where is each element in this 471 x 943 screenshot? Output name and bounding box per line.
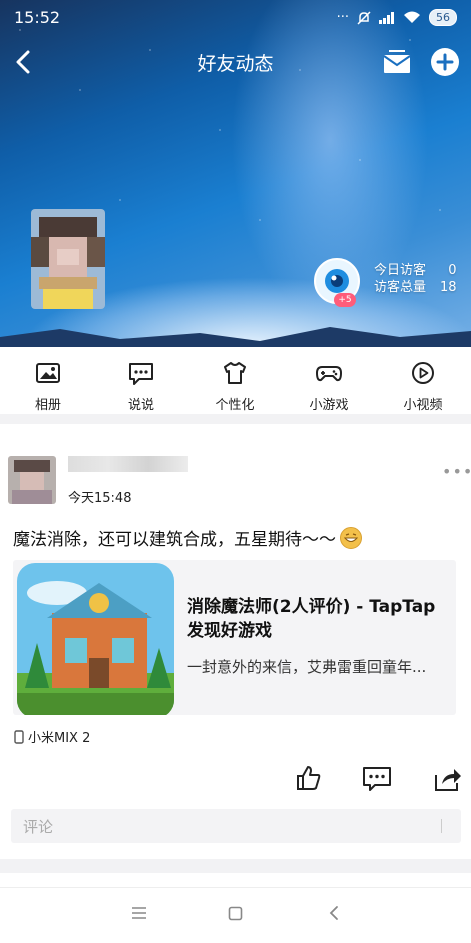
icon-bar-shuoshuo[interactable]: 说说 <box>101 347 181 414</box>
comment-divider <box>441 819 442 833</box>
status-bar: 15:52 ··· 56 <box>0 0 471 36</box>
system-navigation-bar <box>0 887 471 943</box>
icon-bar-label: 说说 <box>127 398 154 413</box>
total-visitors-label: 访客总量 <box>374 280 427 295</box>
icon-bar-label: 个性化 <box>215 398 255 413</box>
post-text-content: 魔法消除，还可以建筑合成，五星期待～～ <box>13 530 336 550</box>
grin-emoji-icon <box>340 527 362 549</box>
thumbs-up-icon[interactable] <box>294 764 322 792</box>
card-title: 消除魔法师(2人评价) - TapTap发现好游戏 <box>187 597 436 641</box>
menu-icon[interactable] <box>131 906 147 920</box>
tshirt-icon <box>224 362 246 384</box>
device-name: 小米MIX 2 <box>28 731 91 746</box>
battery-indicator: 56 <box>429 9 457 26</box>
chat-bubble-icon <box>129 363 153 385</box>
icon-bar-album[interactable]: 相册 <box>8 347 88 414</box>
icon-bar-label: 小视频 <box>403 398 443 413</box>
game-thumbnail <box>17 563 174 715</box>
mute-icon <box>357 10 371 25</box>
total-visitors-value: 18 <box>440 280 457 295</box>
feature-icon-bar: 相册 说说 个性化 小游戏 小视频 <box>0 347 471 414</box>
home-icon[interactable] <box>228 906 243 921</box>
icon-bar-personalize[interactable]: 个性化 <box>195 347 275 414</box>
comment-input[interactable]: 评论 <box>11 809 461 843</box>
icon-bar-label: 小游戏 <box>309 398 349 413</box>
post-author-name-blurred[interactable] <box>68 456 188 472</box>
play-icon <box>412 362 434 384</box>
visitor-count-badge: +5 <box>334 293 356 307</box>
top-nav: 好友动态 <box>0 42 471 82</box>
shared-link-card[interactable]: 消除魔法师(2人评价) - TapTap发现好游戏 一封意外的来信，艾弗雷重回童… <box>13 560 456 715</box>
post-timestamp: 今天15:48 <box>68 491 132 506</box>
card-description: 一封意外的来信，艾弗雷重回童年... <box>187 658 427 676</box>
message-envelope-icon[interactable] <box>381 46 413 78</box>
next-post-peek <box>0 873 471 887</box>
cover-banner: 15:52 ··· 56 好友动态 +5 今日访客 0 访客总量 18 <box>0 0 471 347</box>
user-avatar[interactable] <box>31 209 105 309</box>
status-time: 15:52 <box>14 8 61 27</box>
device-tag: 小米MIX 2 <box>13 727 90 746</box>
wifi-icon <box>404 11 420 23</box>
visitor-stats[interactable]: 今日访客 0 访客总量 18 <box>374 262 457 296</box>
gamepad-icon <box>316 366 342 382</box>
today-visitors-label: 今日访客 <box>374 263 427 278</box>
mountain-silhouette <box>0 327 471 347</box>
add-circle-icon[interactable] <box>429 46 461 78</box>
icon-bar-minigame[interactable]: 小游戏 <box>289 347 369 414</box>
phone-icon <box>14 729 24 744</box>
icon-bar-minivideo[interactable]: 小视频 <box>383 347 463 414</box>
comment-placeholder: 评论 <box>23 818 54 836</box>
icon-bar-label: 相册 <box>34 398 61 413</box>
photo-icon <box>36 363 60 383</box>
feed-post: 今天15:48 ••• 魔法消除，还可以建筑合成，五星期待～～ 消除魔法师(2人… <box>0 424 471 859</box>
more-options-icon[interactable]: ••• <box>442 462 471 481</box>
signal-icon <box>379 11 394 24</box>
dots-icon: ··· <box>336 10 349 25</box>
system-back-icon[interactable] <box>328 905 340 921</box>
post-author-avatar[interactable] <box>8 456 56 504</box>
share-icon[interactable] <box>432 765 462 793</box>
comment-icon[interactable] <box>362 765 392 793</box>
post-text: 魔法消除，还可以建筑合成，五星期待～～ <box>13 525 362 550</box>
today-visitors-value: 0 <box>448 263 457 278</box>
